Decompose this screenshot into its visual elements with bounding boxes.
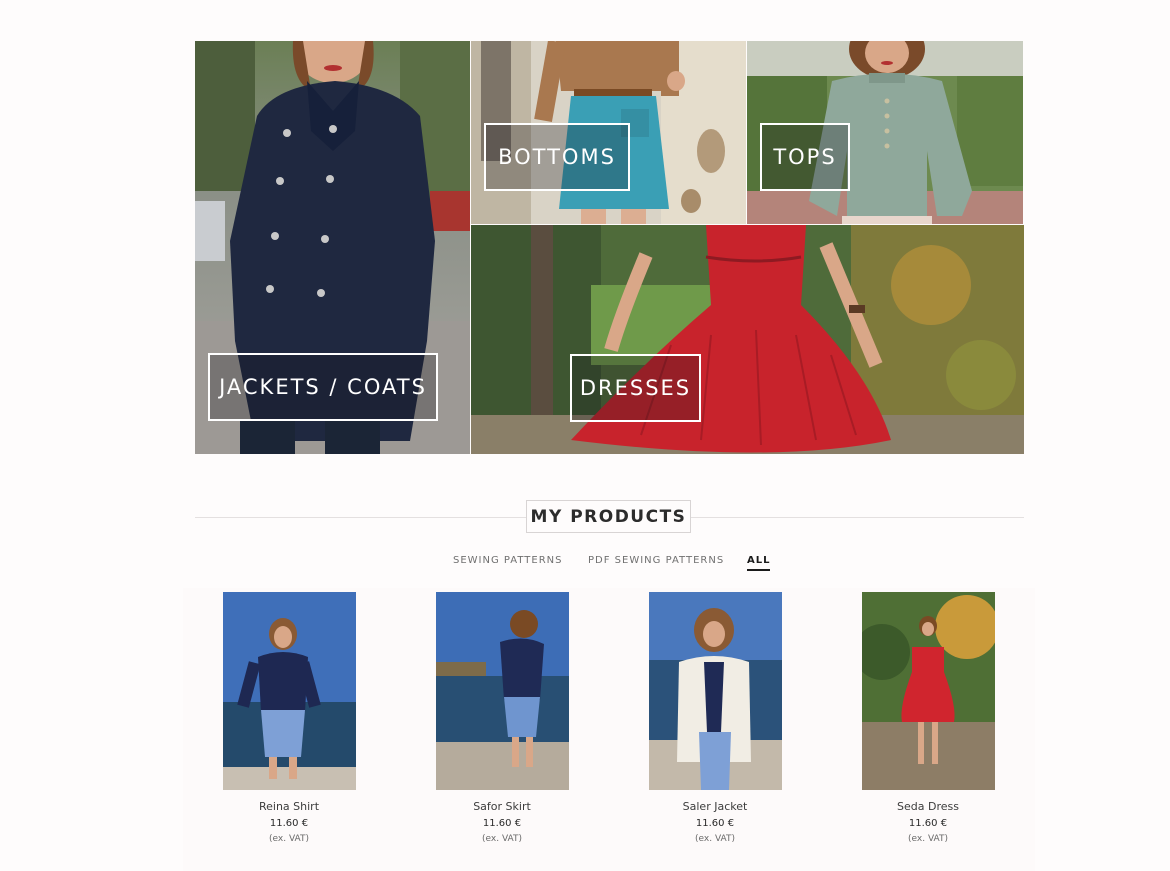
page: JACKETS / COATS BOTTOMS TOPS DRESSES MY … (0, 0, 1170, 871)
product-image[interactable] (648, 592, 782, 790)
product-vat-note: (ex. VAT) (269, 834, 309, 844)
product-price: 11.60 € (269, 818, 309, 829)
tab-sewing-patterns[interactable]: SEWING PATTERNS (453, 555, 563, 566)
product-card[interactable]: Safor Skirt 11.60 € (ex. VAT) (407, 592, 597, 844)
product-card[interactable]: Seda Dress 11.60 € (ex. VAT) (833, 592, 1023, 844)
category-label-bottoms: BOTTOMS (484, 123, 630, 191)
category-tile-dresses[interactable]: DRESSES (471, 225, 1024, 454)
section-title: MY PRODUCTS (526, 500, 691, 533)
category-label-dresses: DRESSES (570, 354, 701, 422)
product-image[interactable] (861, 592, 995, 790)
product-name[interactable]: Seda Dress (833, 800, 1023, 813)
category-label-jackets-coats: JACKETS / COATS (208, 353, 438, 421)
tab-pdf-sewing-patterns[interactable]: PDF SEWING PATTERNS (588, 555, 724, 566)
product-name[interactable]: Reina Shirt (194, 800, 384, 813)
product-name[interactable]: Saler Jacket (620, 800, 810, 813)
product-price: 11.60 € (482, 818, 522, 829)
product-vat-note: (ex. VAT) (695, 834, 735, 844)
product-card[interactable]: Reina Shirt 11.60 € (ex. VAT) (194, 592, 384, 844)
product-image[interactable] (435, 592, 569, 790)
product-card[interactable]: Saler Jacket 11.60 € (ex. VAT) (620, 592, 810, 844)
dresses-photo (471, 225, 1024, 454)
product-vat-note: (ex. VAT) (908, 834, 948, 844)
product-price: 11.60 € (908, 818, 948, 829)
tab-all[interactable]: ALL (747, 555, 771, 571)
product-price: 11.60 € (695, 818, 735, 829)
category-tile-bottoms[interactable]: BOTTOMS (471, 41, 746, 224)
category-tile-tops[interactable]: TOPS (747, 41, 1023, 224)
product-vat-note: (ex. VAT) (482, 834, 522, 844)
category-tile-jackets-coats[interactable]: JACKETS / COATS (195, 41, 470, 454)
category-label-tops: TOPS (760, 123, 850, 191)
product-image[interactable] (222, 592, 356, 790)
product-name[interactable]: Safor Skirt (407, 800, 597, 813)
